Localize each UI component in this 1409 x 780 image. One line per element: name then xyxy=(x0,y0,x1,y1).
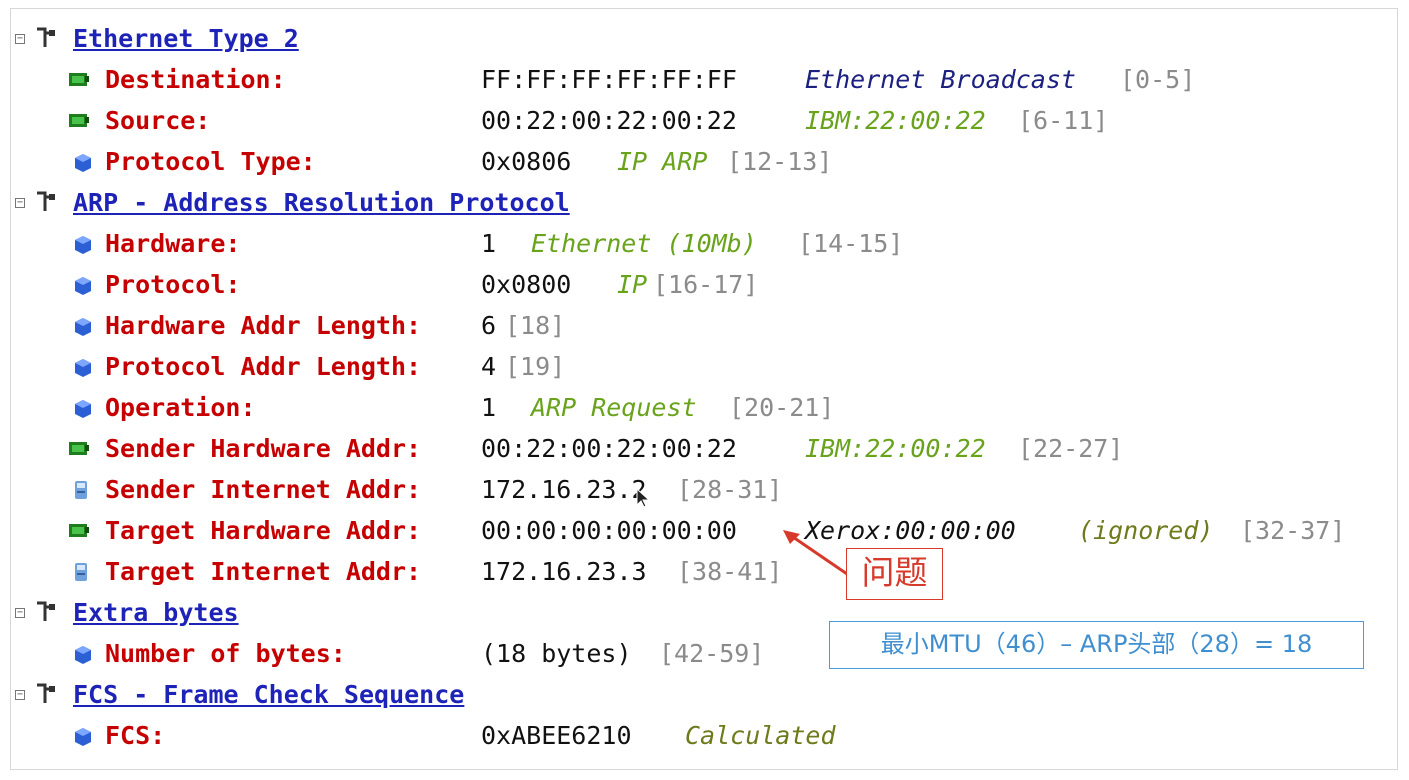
section-title[interactable]: Ethernet Type 2 xyxy=(73,19,299,59)
field-value: 0x0806 xyxy=(481,147,572,176)
byte-range: [20-21] xyxy=(729,393,835,422)
byte-range: [6-11] xyxy=(1018,106,1109,135)
byte-range: [22-27] xyxy=(1018,434,1124,463)
problem-annotation: 问题 xyxy=(846,548,943,600)
byte-range: [42-59] xyxy=(659,639,765,668)
field-decode: Ethernet Broadcast xyxy=(805,65,1076,94)
computer-icon xyxy=(75,563,87,581)
field-decode: IP ARP xyxy=(617,147,708,176)
network-card-icon xyxy=(69,442,89,455)
network-card-icon xyxy=(69,524,89,537)
cube-icon xyxy=(75,359,91,377)
field-value: 00:22:00:22:00:22 xyxy=(481,434,737,463)
field-label: Sender Hardware Addr: xyxy=(105,434,422,463)
field-label: FCS: xyxy=(105,721,166,750)
field-value: 1 xyxy=(481,393,497,422)
field-value: 6 xyxy=(481,311,497,340)
field-label: Operation: xyxy=(105,393,256,422)
field-label: Hardware: xyxy=(105,229,241,258)
field-value: 0x0800 xyxy=(481,270,572,299)
section-title[interactable]: Extra bytes xyxy=(73,593,239,633)
field-label: Sender Internet Addr: xyxy=(105,475,422,504)
field-decode: Ethernet (10Mb) xyxy=(531,229,757,258)
section-title[interactable]: FCS - Frame Check Sequence xyxy=(73,675,464,715)
field-value: 4 xyxy=(481,352,497,381)
cube-icon xyxy=(75,236,91,254)
field-label: Target Internet Addr: xyxy=(105,557,422,586)
field-label: Hardware Addr Length: xyxy=(105,311,422,340)
field-value: 00:22:00:22:00:22 xyxy=(481,106,737,135)
tree-branch-icon xyxy=(37,27,55,47)
field-label: Protocol Type: xyxy=(105,147,316,176)
section-arp[interactable]: − ARP - Address Resolution Protocol xyxy=(11,183,1399,223)
tree-branch-icon xyxy=(37,683,55,703)
field-label: Protocol Addr Length: xyxy=(105,352,422,381)
cube-icon xyxy=(75,277,91,295)
field-decode: IBM:22:00:22 xyxy=(805,434,986,463)
collapse-toggle-icon[interactable]: − xyxy=(15,198,25,208)
field-value: 172.16.23.3 xyxy=(481,557,647,586)
field-value: 172.16.23.2 xyxy=(481,475,647,504)
byte-range: [14-15] xyxy=(798,229,904,258)
field-decode: IBM:22:00:22 xyxy=(805,106,986,135)
byte-range: [16-17] xyxy=(653,270,759,299)
byte-range: [18] xyxy=(505,311,566,340)
tree-branch-icon xyxy=(37,601,55,621)
cube-icon xyxy=(75,728,91,746)
field-value: FF:FF:FF:FF:FF:FF xyxy=(481,65,737,94)
field-value: 1 xyxy=(481,229,497,258)
field-value: 00:00:00:00:00:00 xyxy=(481,516,737,545)
collapse-toggle-icon[interactable]: − xyxy=(15,34,25,44)
section-fcs[interactable]: − FCS - Frame Check Sequence xyxy=(11,675,1399,715)
tree-branch-icon xyxy=(37,191,55,211)
section-ethernet-type-2[interactable]: − Ethernet Type 2 xyxy=(11,19,1399,59)
field-decode: Calculated xyxy=(685,721,836,750)
field-label: Source: xyxy=(105,106,211,135)
byte-range: [0-5] xyxy=(1120,65,1196,94)
byte-range: [32-37] xyxy=(1240,516,1346,545)
byte-range: [19] xyxy=(505,352,566,381)
byte-range: [38-41] xyxy=(677,557,783,586)
collapse-toggle-icon[interactable]: − xyxy=(15,690,25,700)
field-decode: ARP Request xyxy=(531,393,697,422)
field-label: Number of bytes: xyxy=(105,639,346,668)
mtu-annotation: 最小MTU（46）– ARP头部（28）= 18 xyxy=(829,621,1364,669)
network-card-icon xyxy=(69,114,89,127)
field-label: Destination: xyxy=(105,65,286,94)
cube-icon xyxy=(75,318,91,336)
field-decode: IP xyxy=(617,270,648,299)
collapse-toggle-icon[interactable]: − xyxy=(15,608,25,618)
cube-icon xyxy=(75,154,91,172)
computer-icon xyxy=(75,481,87,499)
field-label: Protocol: xyxy=(105,270,241,299)
field-label: Target Hardware Addr: xyxy=(105,516,422,545)
section-title[interactable]: ARP - Address Resolution Protocol xyxy=(73,183,570,223)
cube-icon xyxy=(75,400,91,418)
mouse-pointer-icon xyxy=(636,488,650,508)
cube-icon xyxy=(75,646,91,664)
field-value: 0xABEE6210 xyxy=(481,721,632,750)
field-decode-extra: (ignored) xyxy=(1078,516,1214,545)
byte-range: [28-31] xyxy=(677,475,783,504)
field-value: (18 bytes) xyxy=(481,639,632,668)
byte-range: [12-13] xyxy=(727,147,833,176)
network-card-icon xyxy=(69,73,89,86)
annotation-arrow-icon xyxy=(783,530,851,578)
